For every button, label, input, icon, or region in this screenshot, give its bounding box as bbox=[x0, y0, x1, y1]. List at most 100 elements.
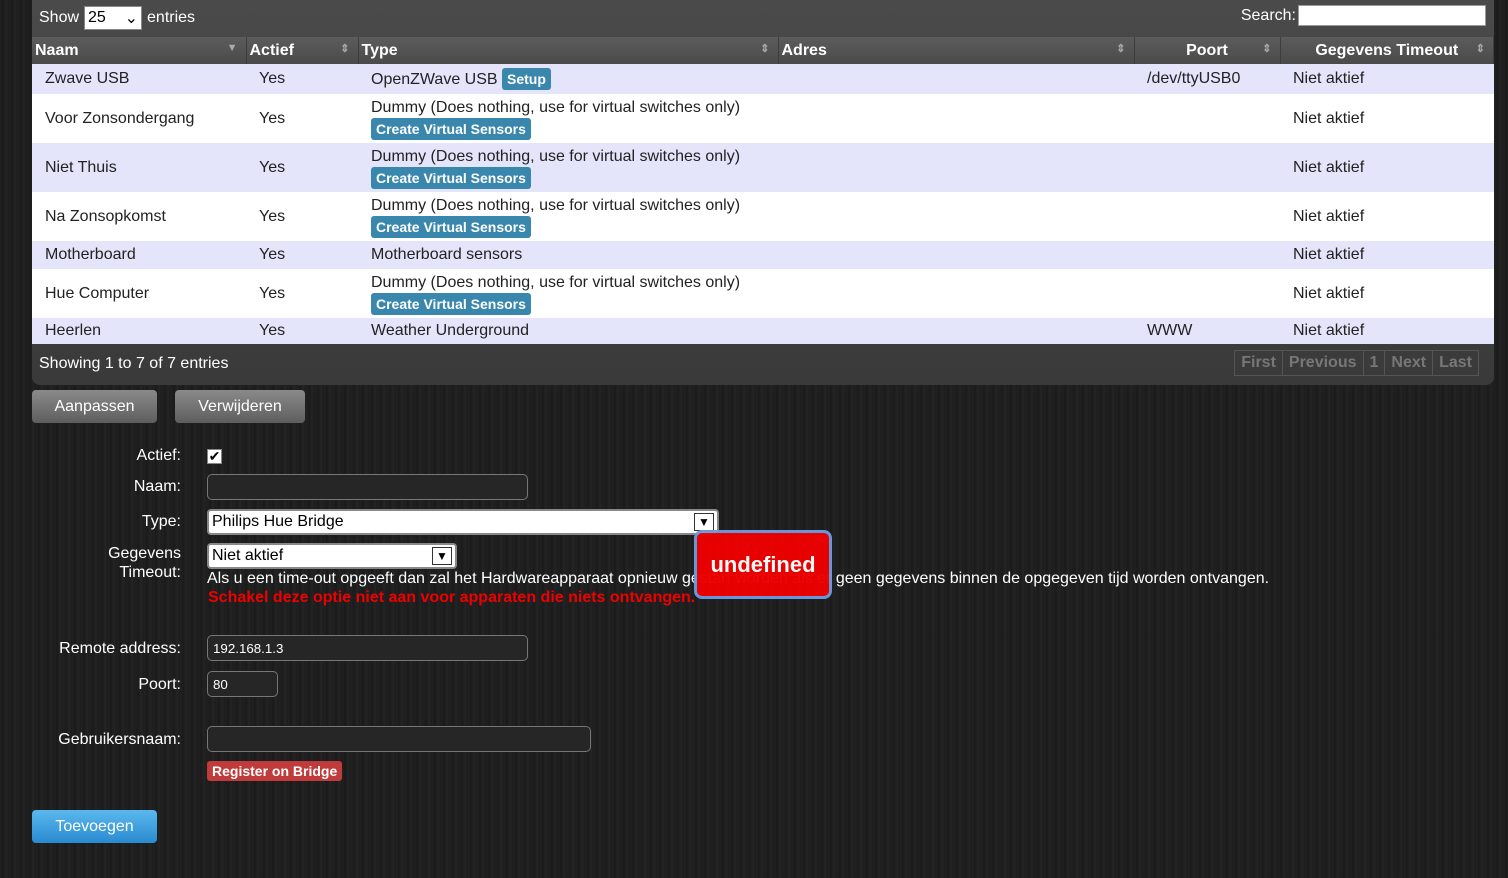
sort-icon: ⇕ bbox=[1116, 43, 1126, 55]
timeout-label-line2: Timeout: bbox=[119, 564, 181, 581]
table-row[interactable]: Heerlen Yes Weather Underground WWW Niet… bbox=[32, 318, 1494, 344]
cell-timeout: Niet aktief bbox=[1280, 269, 1494, 318]
column-header-actief[interactable]: Actief ⇕ bbox=[246, 37, 359, 64]
username-label: Gebruikersnaam: bbox=[58, 731, 181, 748]
search-control: Search: bbox=[1241, 5, 1486, 26]
delete-button[interactable]: Verwijderen bbox=[175, 390, 305, 423]
pager-last[interactable]: Last bbox=[1433, 351, 1478, 375]
table-row[interactable]: Voor Zonsondergang Yes Dummy (Does nothi… bbox=[32, 94, 1494, 143]
cell-adres bbox=[778, 241, 1134, 269]
show-label: Show bbox=[39, 9, 80, 26]
cell-naam: Hue Computer bbox=[32, 269, 246, 318]
setup-button[interactable]: Setup bbox=[502, 68, 551, 90]
column-header-timeout[interactable]: Gegevens Timeout ⇕ bbox=[1280, 37, 1494, 64]
cell-type: Dummy (Does nothing, use for virtual swi… bbox=[358, 143, 778, 192]
timeout-select[interactable]: Niet aktief ▼ bbox=[207, 543, 457, 569]
create-virtual-sensors-button[interactable]: Create Virtual Sensors bbox=[371, 292, 531, 315]
cell-naam: Motherboard bbox=[32, 241, 246, 269]
pager-first[interactable]: First bbox=[1235, 351, 1283, 375]
cell-poort bbox=[1134, 241, 1280, 269]
column-header-poort[interactable]: Poort ⇕ bbox=[1134, 37, 1281, 64]
cell-timeout: Niet aktief bbox=[1280, 64, 1494, 94]
cell-type: Weather Underground bbox=[358, 318, 778, 344]
cell-naam: Na Zonsopkomst bbox=[32, 192, 246, 241]
sort-icon: ⇕ bbox=[1262, 43, 1272, 55]
cell-poort bbox=[1134, 192, 1280, 241]
page-size-control: Show 25 ⌄ entries bbox=[39, 6, 195, 30]
sort-icon: ⇕ bbox=[340, 43, 350, 55]
cell-type: Dummy (Does nothing, use for virtual swi… bbox=[358, 94, 778, 143]
search-input[interactable] bbox=[1298, 5, 1486, 26]
register-on-bridge-button[interactable]: Register on Bridge bbox=[207, 761, 343, 781]
type-text: Dummy (Does nothing, use for virtual swi… bbox=[371, 273, 741, 291]
cell-timeout: Niet aktief bbox=[1280, 192, 1494, 241]
poort-label: Poort: bbox=[138, 676, 181, 693]
sort-desc-icon: ▼ bbox=[226, 42, 238, 54]
username-input[interactable] bbox=[207, 726, 591, 752]
timeout-warning: Schakel deze optie niet aan voor apparat… bbox=[208, 589, 696, 606]
page-size-select[interactable]: 25 ⌄ bbox=[84, 6, 143, 30]
type-select[interactable]: Philips Hue Bridge ▼ bbox=[207, 509, 719, 535]
cell-adres bbox=[778, 318, 1134, 344]
pager-page-1[interactable]: 1 bbox=[1364, 351, 1386, 375]
naam-input[interactable] bbox=[207, 474, 528, 500]
type-text: Dummy (Does nothing, use for virtual swi… bbox=[371, 196, 741, 214]
sort-icon: ⇕ bbox=[1475, 43, 1485, 55]
column-label: Poort bbox=[1186, 41, 1228, 59]
pagination: First Previous 1 Next Last bbox=[1234, 350, 1479, 376]
create-virtual-sensors-button[interactable]: Create Virtual Sensors bbox=[371, 215, 531, 238]
type-value: Philips Hue Bridge bbox=[212, 513, 344, 530]
table-row[interactable]: Zwave USB Yes OpenZWave USB Setup /dev/t… bbox=[32, 64, 1494, 94]
column-label: Type bbox=[361, 41, 398, 59]
cell-adres bbox=[778, 269, 1134, 318]
column-header-type[interactable]: Type ⇕ bbox=[358, 37, 779, 64]
actief-checkbox[interactable]: ✔ bbox=[207, 449, 222, 464]
type-text: OpenZWave USB bbox=[371, 71, 498, 88]
create-virtual-sensors-button[interactable]: Create Virtual Sensors bbox=[371, 166, 531, 189]
table-row[interactable]: Niet Thuis Yes Dummy (Does nothing, use … bbox=[32, 143, 1494, 192]
page-size-value: 25 bbox=[88, 9, 106, 26]
edit-button[interactable]: Aanpassen bbox=[32, 390, 157, 423]
cell-actief: Yes bbox=[246, 318, 358, 344]
create-virtual-sensors-button[interactable]: Create Virtual Sensors bbox=[371, 117, 531, 140]
cell-adres bbox=[778, 94, 1134, 143]
cell-timeout: Niet aktief bbox=[1280, 143, 1494, 192]
cell-timeout: Niet aktief bbox=[1280, 94, 1494, 143]
remote-address-input[interactable] bbox=[207, 635, 528, 661]
cell-poort bbox=[1134, 269, 1280, 318]
type-text: Motherboard sensors bbox=[371, 246, 523, 263]
checkmark-icon: ✔ bbox=[208, 448, 221, 464]
entries-label: entries bbox=[147, 9, 196, 26]
cell-actief: Yes bbox=[246, 269, 358, 318]
type-text: Weather Underground bbox=[371, 322, 530, 339]
column-header-naam[interactable]: Naam ▼ bbox=[32, 37, 247, 64]
cell-adres bbox=[778, 64, 1134, 94]
naam-label: Naam: bbox=[133, 478, 181, 495]
cell-actief: Yes bbox=[246, 192, 358, 241]
cell-naam: Voor Zonsondergang bbox=[32, 94, 246, 143]
cell-type: Dummy (Does nothing, use for virtual swi… bbox=[358, 192, 778, 241]
poort-input[interactable] bbox=[207, 671, 278, 697]
cell-naam: Zwave USB bbox=[32, 64, 246, 94]
cell-timeout: Niet aktief bbox=[1280, 318, 1494, 344]
pager-previous[interactable]: Previous bbox=[1283, 351, 1364, 375]
chevron-down-icon: ▼ bbox=[694, 513, 714, 531]
cell-timeout: Niet aktief bbox=[1280, 241, 1494, 269]
chevron-down-icon: ▼ bbox=[432, 547, 452, 565]
pager-next[interactable]: Next bbox=[1385, 351, 1434, 375]
table-row[interactable]: Motherboard Yes Motherboard sensors Niet… bbox=[32, 241, 1494, 269]
timeout-value: Niet aktief bbox=[212, 547, 284, 564]
chevron-down-icon: ⌄ bbox=[124, 10, 139, 27]
cell-poort bbox=[1134, 143, 1280, 192]
column-header-adres[interactable]: Adres ⇕ bbox=[778, 37, 1135, 64]
cell-naam: Heerlen bbox=[32, 318, 246, 344]
actief-label: Actief: bbox=[136, 447, 181, 464]
type-label: Type: bbox=[141, 513, 181, 530]
table-row[interactable]: Hue Computer Yes Dummy (Does nothing, us… bbox=[32, 269, 1494, 318]
table-row[interactable]: Na Zonsopkomst Yes Dummy (Does nothing, … bbox=[32, 192, 1494, 241]
type-text: Dummy (Does nothing, use for virtual swi… bbox=[371, 147, 741, 165]
add-button[interactable]: Toevoegen bbox=[32, 810, 157, 843]
column-label: Naam bbox=[35, 41, 79, 59]
undefined-tooltip: undefined bbox=[694, 530, 832, 599]
cell-poort: /dev/ttyUSB0 bbox=[1134, 64, 1280, 94]
